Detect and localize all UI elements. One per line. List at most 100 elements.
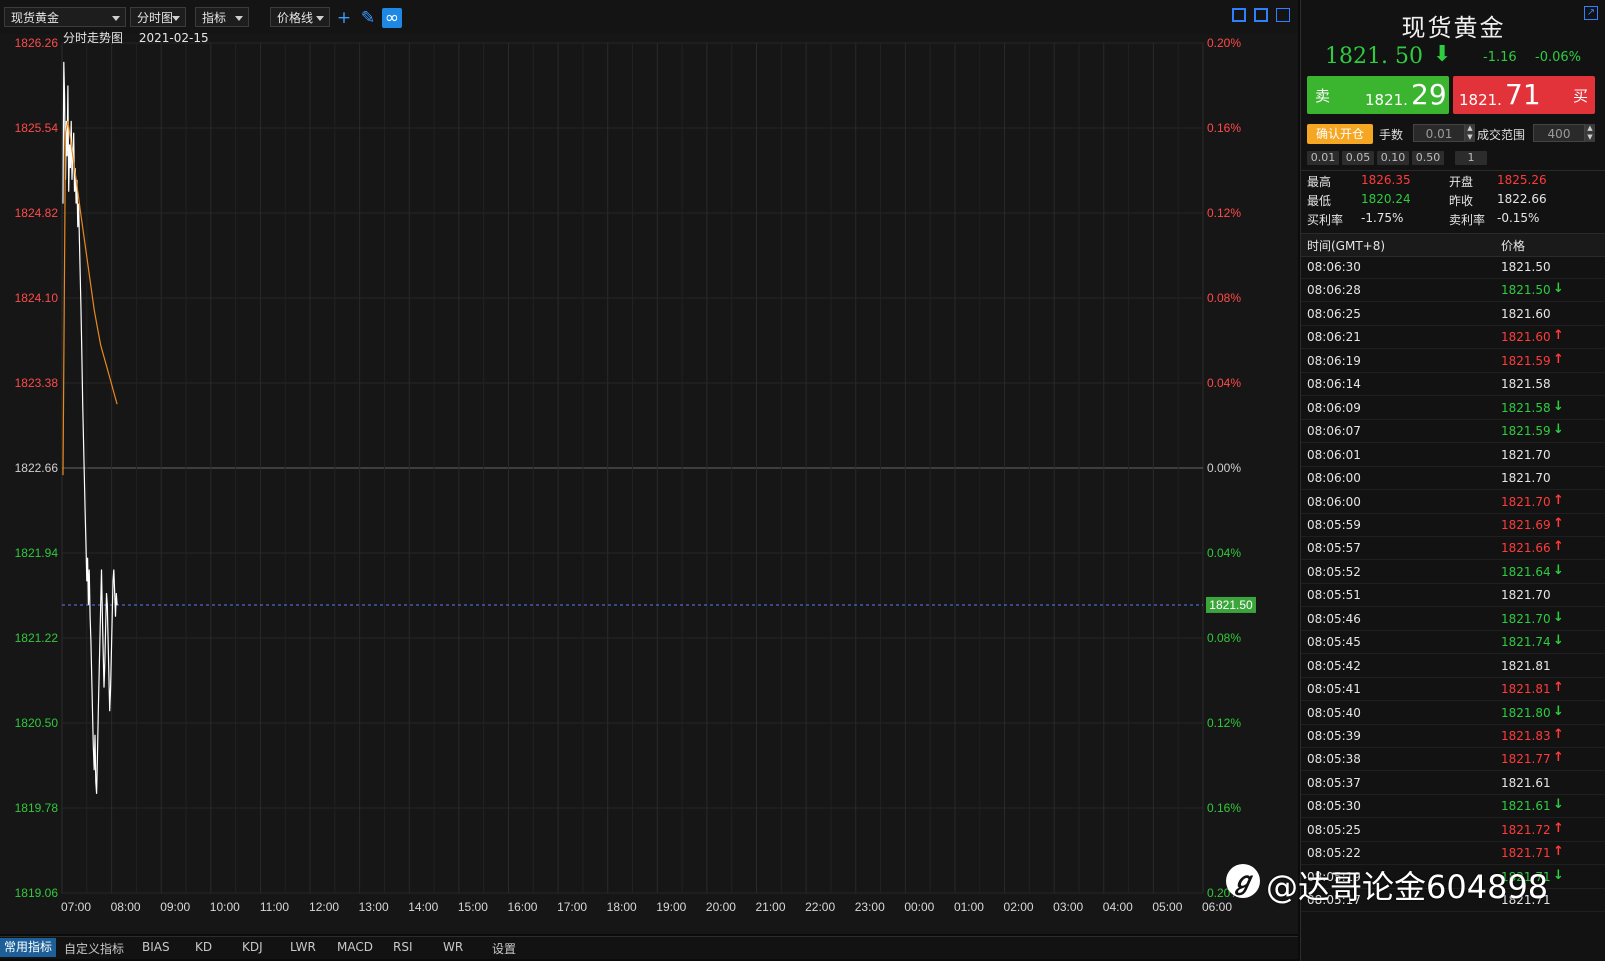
indicator-tab[interactable]: WR xyxy=(443,940,463,954)
tick-row: 08:05:30 1821.61 ↓ xyxy=(1301,795,1605,819)
quick-lot-button[interactable]: 1 xyxy=(1455,151,1487,165)
arrow-down-icon: ↓ xyxy=(1553,633,1564,649)
tick-row: 08:05:38 1821.77 ↑ xyxy=(1301,748,1605,772)
price-axis-label: 1823.38 xyxy=(15,376,59,390)
trading-app: 现货黄金 分时图 指标 价格线 + ✎ ∞ 1826.26 0.20% 1825.5… xyxy=(0,0,1605,961)
tick-time: 08:06:19 xyxy=(1307,353,1361,368)
chart-type-value: 分时图 xyxy=(137,11,174,25)
time-axis-label: 10:00 xyxy=(210,900,240,914)
price-axis-label: 1825.54 xyxy=(15,121,59,135)
indicator-tab[interactable]: 自定义指标 xyxy=(64,940,124,957)
confirm-open-button[interactable]: 确认开仓 xyxy=(1307,124,1373,144)
split-left-icon[interactable] xyxy=(1232,8,1246,22)
expand-icon[interactable]: ↗ xyxy=(1584,6,1598,20)
symbol-select-value: 现货黄金 xyxy=(11,11,60,25)
indicator-tab[interactable]: 设置 xyxy=(492,940,516,957)
price-axis-label: 1821.22 xyxy=(15,631,59,645)
indicator-tab[interactable]: KD xyxy=(195,940,212,954)
ticks-header: 时间(GMT+8) 价格 xyxy=(1301,233,1605,257)
last-quote: 1821. 50 ⬇ -1.16 -0.06% xyxy=(1325,42,1595,70)
indicator-select[interactable]: 指标 xyxy=(195,7,249,27)
last-price: 1821. 50 xyxy=(1325,44,1423,69)
chart-type-select[interactable]: 分时图 xyxy=(130,7,186,27)
indicator-tab[interactable]: RSI xyxy=(393,940,413,954)
tick-price: 1821.81 xyxy=(1501,682,1551,697)
tick-time: 08:06:09 xyxy=(1307,400,1361,415)
expand-icon[interactable] xyxy=(1276,8,1290,22)
quick-lot-button[interactable]: 0.10 xyxy=(1377,151,1409,165)
percent-axis-label: 0.12% xyxy=(1207,716,1241,730)
open-label: 开盘 xyxy=(1449,175,1474,189)
tick-price: 1821.61 xyxy=(1501,799,1551,814)
percent-axis-label: 0.04% xyxy=(1207,546,1241,560)
percent-axis-label: 0.12% xyxy=(1207,206,1241,220)
sell-rate-value: -0.15% xyxy=(1497,211,1540,225)
arrow-down-icon: ↓ xyxy=(1553,562,1564,578)
crosshair-icon[interactable]: + xyxy=(334,8,354,28)
indicator-tab[interactable]: KDJ xyxy=(242,940,263,954)
tick-row: 08:05:39 1821.83 ↑ xyxy=(1301,725,1605,748)
pencil-icon[interactable]: ✎ xyxy=(358,8,378,28)
arrow-up-icon: ↑ xyxy=(1553,492,1564,508)
tick-price: 1821.71 xyxy=(1501,846,1551,861)
arrow-down-icon: ↓ xyxy=(1553,797,1564,813)
arrow-up-icon: ↑ xyxy=(1553,515,1564,531)
indicator-tab[interactable]: BIAS xyxy=(142,940,170,954)
open-value: 1825.26 xyxy=(1497,173,1547,187)
percent-axis-label: 0.00% xyxy=(1207,461,1241,475)
indicator-tab[interactable]: 常用指标 xyxy=(0,938,57,957)
time-axis-label: 16:00 xyxy=(507,900,537,914)
high-label: 最高 xyxy=(1307,175,1332,189)
indicator-value: 指标 xyxy=(202,11,227,25)
quick-lot-button[interactable]: 0.05 xyxy=(1342,151,1374,165)
time-axis-label: 14:00 xyxy=(408,900,438,914)
sell-price-small: 1821. xyxy=(1365,91,1408,109)
range-stepper[interactable]: ▲ ▼ xyxy=(1585,124,1595,142)
tick-row: 08:05:41 1821.81 ↑ xyxy=(1301,678,1605,702)
quick-lot-button[interactable]: 0.50 xyxy=(1412,151,1444,165)
chevron-down-icon xyxy=(172,16,180,21)
chevron-down-icon xyxy=(112,16,120,21)
price-line-select[interactable]: 价格线 xyxy=(270,7,330,27)
prev-close-label: 昨收 xyxy=(1449,194,1474,208)
sell-price-big: 29 xyxy=(1411,78,1447,111)
price-change-pct: -0.06% xyxy=(1535,50,1581,65)
panel-symbol-title: 现货黄金 xyxy=(1401,14,1506,42)
time-axis-label: 08:00 xyxy=(111,900,141,914)
time-axis-label: 13:00 xyxy=(359,900,389,914)
arrow-up-icon: ↑ xyxy=(1553,328,1564,344)
time-axis-label: 05:00 xyxy=(1152,900,1182,914)
link-icon[interactable]: ∞ xyxy=(382,8,402,28)
buy-button[interactable]: 1821. 71 买 xyxy=(1453,76,1595,114)
buy-rate-value: -1.75% xyxy=(1361,211,1404,225)
time-axis-label: 15:00 xyxy=(458,900,488,914)
tick-price-header: 价格 xyxy=(1501,239,1526,253)
tick-price: 1821.70 xyxy=(1501,471,1551,486)
tick-price: 1821.80 xyxy=(1501,705,1551,720)
buy-label: 买 xyxy=(1573,87,1589,105)
price-axis-label: 1819.78 xyxy=(15,801,59,815)
time-axis-label: 00:00 xyxy=(904,900,934,914)
weibo-logo-icon: ℊ xyxy=(1226,864,1260,898)
tick-time: 08:05:37 xyxy=(1307,775,1361,790)
tick-price: 1821.70 xyxy=(1501,447,1551,462)
arrow-down-icon: ⬇ xyxy=(1433,42,1452,67)
lots-input[interactable]: 0.01 xyxy=(1413,124,1465,142)
tick-price: 1821.58 xyxy=(1501,377,1551,392)
indicator-tab[interactable]: MACD xyxy=(337,940,373,954)
current-price-label: 1821.50 xyxy=(1209,598,1253,612)
tick-time: 08:06:30 xyxy=(1307,260,1361,274)
split-right-icon[interactable] xyxy=(1254,8,1268,22)
time-axis-label: 11:00 xyxy=(260,900,289,914)
tick-row: 08:05:57 1821.66 ↑ xyxy=(1301,537,1605,561)
sell-button[interactable]: 卖 1821. 29 xyxy=(1307,76,1449,114)
lots-stepper[interactable]: ▲ ▼ xyxy=(1465,124,1475,142)
symbol-select[interactable]: 现货黄金 xyxy=(4,7,126,27)
indicator-tab[interactable]: LWR xyxy=(290,940,316,954)
range-input[interactable]: 400 xyxy=(1533,124,1585,142)
tick-time: 08:05:46 xyxy=(1307,611,1361,626)
quick-lot-button[interactable]: 0.01 xyxy=(1307,151,1339,165)
order-row: 确认开仓 手数 0.01 ▲ ▼ 成交范围 400 ▲ ▼ xyxy=(1307,124,1602,144)
intraday-chart[interactable]: 1826.26 0.20% 1825.54 0.16% 1824.82 0.12% 1824… xyxy=(0,31,1298,934)
tick-list[interactable]: 08:06:30 1821.50 08:06:28 1821.50 ↓ 08:06:25 1… xyxy=(1301,256,1605,956)
